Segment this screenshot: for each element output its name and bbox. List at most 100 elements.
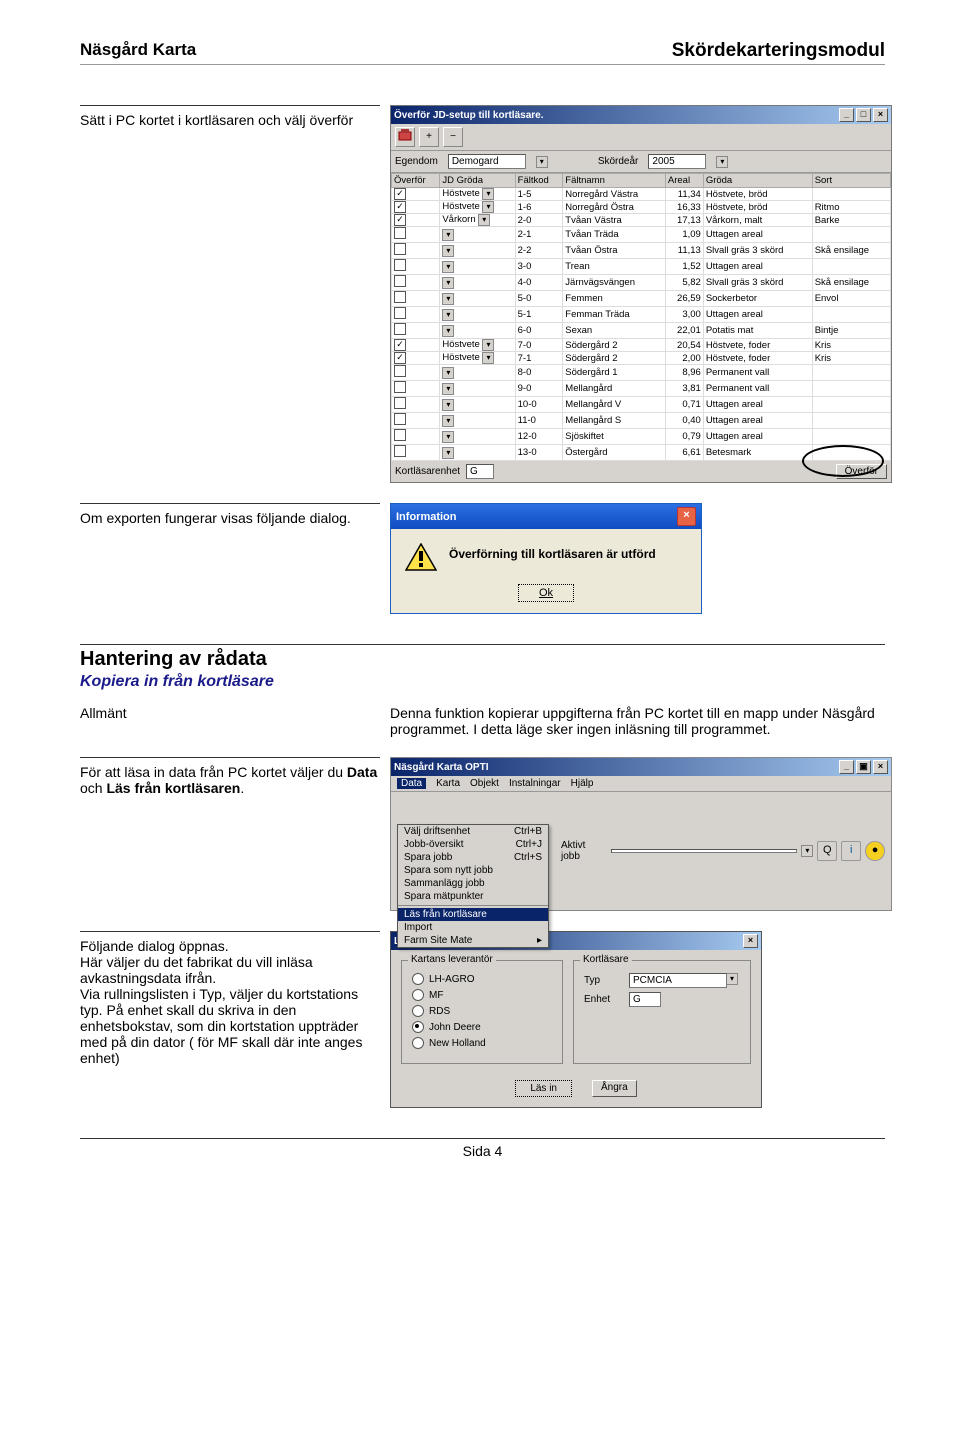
read-button[interactable]: Läs in <box>515 1080 572 1097</box>
row-checkbox[interactable] <box>394 275 406 287</box>
row-checkbox[interactable] <box>394 413 406 425</box>
table-row[interactable]: ✓Höstvete ▾7-1Södergård 22,00Höstvete, f… <box>392 352 891 365</box>
minimize-button[interactable]: _ <box>839 108 854 122</box>
crop-dropdown-icon[interactable]: ▾ <box>442 277 454 289</box>
crop-dropdown-icon[interactable]: ▾ <box>442 383 454 395</box>
plus-button[interactable]: + <box>419 127 439 147</box>
radio-icon[interactable] <box>412 973 424 985</box>
enhet-field[interactable]: G <box>629 992 661 1007</box>
table-row[interactable]: ▾13-0Östergård6,61Betesmark <box>392 445 891 461</box>
app-min[interactable]: _ <box>839 760 854 774</box>
table-row[interactable]: ▾5-1Femman Träda3,00Uttagen areal <box>392 307 891 323</box>
row-checkbox[interactable] <box>394 429 406 441</box>
row-checkbox[interactable]: ✓ <box>394 188 406 200</box>
info-close-button[interactable]: × <box>677 507 696 526</box>
menu-karta[interactable]: Karta <box>436 778 460 789</box>
menu-item[interactable]: Spara mätpunkter <box>398 890 548 903</box>
row-checkbox[interactable] <box>394 307 406 319</box>
app-max[interactable]: ▣ <box>856 760 871 774</box>
egendom-field[interactable]: Demogard <box>448 154 526 169</box>
table-row[interactable]: ▾11-0Mellangård S0,40Uttagen areal <box>392 413 891 429</box>
menu-item[interactable]: Läs från kortläsare <box>398 908 548 921</box>
menu-item[interactable]: Sammanlägg jobb <box>398 877 548 890</box>
menu-item[interactable]: Spara jobbCtrl+S <box>398 851 548 864</box>
row-checkbox[interactable] <box>394 291 406 303</box>
minus-button[interactable]: − <box>443 127 463 147</box>
data-menu-popup[interactable]: Välj driftsenhetCtrl+BJobb-översiktCtrl+… <box>397 824 549 948</box>
row-checkbox[interactable] <box>394 381 406 393</box>
dot-icon[interactable]: ● <box>865 841 885 861</box>
search-icon[interactable]: Q <box>817 841 837 861</box>
typ-field[interactable]: PCMCIA <box>629 973 727 988</box>
table-row[interactable]: ▾9-0Mellangård3,81Permanent vall <box>392 381 891 397</box>
crop-dropdown-icon[interactable]: ▾ <box>482 188 494 200</box>
crop-dropdown-icon[interactable]: ▾ <box>442 293 454 305</box>
crop-dropdown-icon[interactable]: ▾ <box>442 399 454 411</box>
table-row[interactable]: ✓Höstvete ▾1-5Norregård Västra11,34Höstv… <box>392 188 891 201</box>
menu-data[interactable]: Data <box>397 778 426 789</box>
table-row[interactable]: ▾2-1Tvåan Träda1,09Uttagen areal <box>392 227 891 243</box>
row-checkbox[interactable]: ✓ <box>394 201 406 213</box>
radio-icon[interactable] <box>412 1005 424 1017</box>
crop-dropdown-icon[interactable]: ▾ <box>442 415 454 427</box>
row-checkbox[interactable] <box>394 259 406 271</box>
year-dropdown-icon[interactable]: ▾ <box>716 156 728 168</box>
crop-dropdown-icon[interactable]: ▾ <box>442 309 454 321</box>
toolbar-icon[interactable] <box>395 127 415 147</box>
crop-dropdown-icon[interactable]: ▾ <box>478 214 490 226</box>
info-icon[interactable]: i <box>841 841 861 861</box>
table-row[interactable]: ▾5-0Femmen26,59SockerbetorEnvol <box>392 291 891 307</box>
app-close[interactable]: × <box>873 760 888 774</box>
row-checkbox[interactable] <box>394 397 406 409</box>
crop-dropdown-icon[interactable]: ▾ <box>442 447 454 459</box>
crop-dropdown-icon[interactable]: ▾ <box>442 325 454 337</box>
menu-item[interactable]: Välj driftsenhetCtrl+B <box>398 825 548 838</box>
egendom-dropdown-icon[interactable]: ▾ <box>536 156 548 168</box>
cancel-button[interactable]: Ångra <box>592 1080 637 1097</box>
crop-dropdown-icon[interactable]: ▾ <box>442 367 454 379</box>
typ-dropdown-icon[interactable]: ▾ <box>727 973 738 985</box>
menu-item[interactable]: Jobb-översiktCtrl+J <box>398 838 548 851</box>
vendor-option[interactable]: LH-AGRO <box>412 973 552 985</box>
vendor-option[interactable]: MF <box>412 989 552 1001</box>
crop-dropdown-icon[interactable]: ▾ <box>482 352 494 364</box>
table-row[interactable]: ✓Höstvete ▾1-6Norregård Östra16,33Höstve… <box>392 201 891 214</box>
table-row[interactable]: ✓Vårkorn ▾2-0Tvåan Västra17,13Vårkorn, m… <box>392 214 891 227</box>
crop-dropdown-icon[interactable]: ▾ <box>442 431 454 443</box>
row-checkbox[interactable]: ✓ <box>394 352 406 364</box>
row-checkbox[interactable] <box>394 323 406 335</box>
table-row[interactable]: ▾12-0Sjöskiftet0,79Uttagen areal <box>392 429 891 445</box>
vendor-option[interactable]: New Holland <box>412 1037 552 1049</box>
table-row[interactable]: ✓Höstvete ▾7-0Södergård 220,54Höstvete, … <box>392 339 891 352</box>
menu-item[interactable]: Spara som nytt jobb <box>398 864 548 877</box>
radio-icon[interactable] <box>412 989 424 1001</box>
radio-icon[interactable] <box>412 1021 424 1033</box>
menu-objekt[interactable]: Objekt <box>470 778 499 789</box>
row-checkbox[interactable] <box>394 243 406 255</box>
vendor-option[interactable]: John Deere <box>412 1021 552 1033</box>
maximize-button[interactable]: □ <box>856 108 871 122</box>
read-close[interactable]: × <box>743 934 758 948</box>
row-checkbox[interactable]: ✓ <box>394 214 406 226</box>
row-checkbox[interactable] <box>394 365 406 377</box>
menu-item[interactable]: Farm Site Mate▸ <box>398 934 548 947</box>
crop-dropdown-icon[interactable]: ▾ <box>442 229 454 241</box>
close-button[interactable]: × <box>873 108 888 122</box>
crop-dropdown-icon[interactable]: ▾ <box>442 245 454 257</box>
crop-dropdown-icon[interactable]: ▾ <box>482 201 494 213</box>
year-field[interactable]: 2005 <box>648 154 706 169</box>
menu-instalningar[interactable]: Instalningar <box>509 778 561 789</box>
table-row[interactable]: ▾8-0Södergård 18,96Permanent vall <box>392 365 891 381</box>
table-row[interactable]: ▾4-0Järnvägsvängen5,82Slvall gräs 3 skör… <box>392 275 891 291</box>
menu-item[interactable]: Import <box>398 921 548 934</box>
menubar[interactable]: Data Karta Objekt Instalningar Hjälp <box>391 776 891 792</box>
table-row[interactable]: ▾2-2Tvåan Östra11,13Slvall gräs 3 skördS… <box>392 243 891 259</box>
job-field[interactable] <box>611 849 798 853</box>
row-checkbox[interactable]: ✓ <box>394 339 406 351</box>
menu-hjälp[interactable]: Hjälp <box>571 778 594 789</box>
ok-button[interactable]: Ok <box>518 584 574 602</box>
row-checkbox[interactable] <box>394 445 406 457</box>
vendor-option[interactable]: RDS <box>412 1005 552 1017</box>
table-row[interactable]: ▾3-0Trean1,52Uttagen areal <box>392 259 891 275</box>
transfer-button[interactable]: Överför <box>836 464 887 479</box>
